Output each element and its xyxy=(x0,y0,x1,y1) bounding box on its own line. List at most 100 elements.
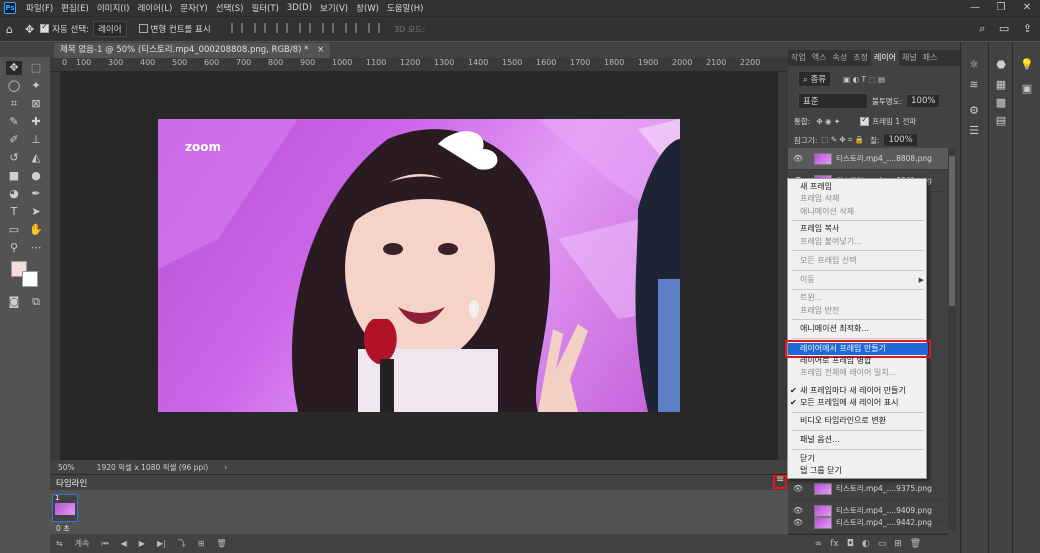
healing-brush-icon[interactable]: ✚ xyxy=(28,115,44,129)
menu-filter[interactable]: 필터(T) xyxy=(247,2,282,14)
tab-actions[interactable]: 작업 xyxy=(788,50,809,66)
close-tab-icon[interactable]: × xyxy=(317,45,324,55)
minimize-icon[interactable]: — xyxy=(962,0,988,16)
first-frame-icon[interactable]: ⏮ xyxy=(101,539,108,549)
align-center-icon[interactable] xyxy=(253,22,266,33)
previous-frame-icon[interactable]: ◀ xyxy=(121,539,127,548)
type-tool-icon[interactable]: T xyxy=(6,205,22,219)
distribute-icon[interactable] xyxy=(367,22,380,33)
menu-layer[interactable]: 레이어(L) xyxy=(133,2,176,14)
lock-icons[interactable]: ⬚ ✎ ✥ ⌗ 🔒 xyxy=(821,135,864,145)
menu-close[interactable]: 닫기 xyxy=(788,453,928,465)
path-select-icon[interactable]: ➤ xyxy=(28,205,44,219)
search-icon[interactable]: ⌕ xyxy=(979,22,985,35)
menu-new-layers-visible-all-frames[interactable]: ✔ 모든 프레임에 새 레이어 표시 xyxy=(788,397,928,409)
fx-icon[interactable]: fx xyxy=(830,539,839,549)
timeline-title[interactable]: 타임라인 xyxy=(56,477,87,489)
share-icon[interactable]: ⇪ xyxy=(1023,22,1032,35)
clone-source-icon[interactable]: ⚙ xyxy=(967,104,981,118)
auto-select-dropdown[interactable]: 레이어 xyxy=(93,21,127,37)
delete-frame-icon[interactable]: 🗑 xyxy=(217,539,227,548)
tab-layers[interactable]: 레이어 xyxy=(870,50,900,66)
menu-tween[interactable]: 트윈... xyxy=(788,292,928,304)
background-color-swatch[interactable] xyxy=(22,271,38,287)
play-icon[interactable]: ▶ xyxy=(139,539,145,548)
gradient-tool-icon[interactable]: ■ xyxy=(6,169,22,183)
menu-file[interactable]: 파일(F) xyxy=(22,2,57,14)
restore-icon[interactable]: ❐ xyxy=(988,0,1014,16)
tab-channels[interactable]: 채널 xyxy=(899,50,920,66)
menu-delete-animation[interactable]: 애니메이션 삭제 xyxy=(788,206,928,218)
layer-row[interactable]: 👁 티스토리.mp4_....9442.png xyxy=(788,512,948,534)
blur-tool-icon[interactable]: ● xyxy=(28,169,44,183)
tween-icon[interactable]: ⤵ xyxy=(178,538,186,549)
magic-wand-icon[interactable]: ✦ xyxy=(28,79,44,93)
propagate-checkbox[interactable] xyxy=(860,115,872,126)
zoom-level[interactable]: 50% xyxy=(58,463,75,472)
close-window-icon[interactable]: ✕ xyxy=(1014,0,1040,16)
learn-icon[interactable]: 💡 xyxy=(1020,58,1034,72)
delete-layer-icon[interactable]: 🗑 xyxy=(910,539,921,549)
swatches-icon[interactable]: ▦ xyxy=(994,78,1008,92)
new-group-icon[interactable]: ▭ xyxy=(878,539,887,549)
screen-mode-icon[interactable]: ⧉ xyxy=(28,295,44,309)
menu-close-tab-group[interactable]: 탭 그룹 닫기 xyxy=(788,465,928,477)
visibility-eye-icon[interactable]: 👁 xyxy=(788,484,808,493)
menu-flatten-frames-into-layers[interactable]: 레이어로 프레임 병합 xyxy=(788,355,928,367)
hand-tool-icon[interactable]: ✋ xyxy=(28,223,44,237)
menu-paste-frame[interactable]: 프레임 붙여넣기... xyxy=(788,236,928,248)
blend-mode-dropdown[interactable]: 표준 xyxy=(798,93,868,109)
brush-settings-icon[interactable]: ≋ xyxy=(967,78,981,92)
menu-edit[interactable]: 편집(E) xyxy=(57,2,93,14)
menu-reverse-frames[interactable]: 프레임 반전 xyxy=(788,305,928,317)
menu-type[interactable]: 문자(Y) xyxy=(176,2,211,14)
canvas-image[interactable]: zoom xyxy=(158,119,680,412)
menu-copy-frame[interactable]: 프레임 복사 xyxy=(788,223,928,235)
link-layers-icon[interactable]: ∞ xyxy=(815,539,823,549)
layer-mask-icon[interactable]: ◘ xyxy=(847,539,854,549)
menu-match-layer-across-frames[interactable]: 프레임 전체에 레이어 일치... xyxy=(788,367,928,379)
transform-controls-checkbox[interactable] xyxy=(138,24,151,34)
align-right-icon[interactable] xyxy=(276,22,289,33)
workspace-icon[interactable]: ▭ xyxy=(999,22,1009,35)
menu-image[interactable]: 이미지(I) xyxy=(93,2,134,14)
libraries-icon[interactable]: ▣ xyxy=(1020,82,1034,96)
status-arrow-icon[interactable]: › xyxy=(224,463,227,472)
quick-mask-icon[interactable]: ◙ xyxy=(6,295,22,309)
align-left-icon[interactable] xyxy=(230,22,243,33)
menu-create-new-layer-each-frame[interactable]: ✔ 새 프레임마다 새 레이어 만들기 xyxy=(788,385,928,397)
menu-view[interactable]: 보기(V) xyxy=(316,2,352,14)
new-layer-icon[interactable]: ⊞ xyxy=(894,539,902,549)
auto-select-checkbox[interactable] xyxy=(40,22,52,34)
move-tool-icon[interactable]: ✥ xyxy=(25,23,34,36)
menu-delete-frame[interactable]: 프레임 삭제 xyxy=(788,193,928,205)
layer-row[interactable]: 👁 티스토리.mp4_....9375.png xyxy=(788,478,948,500)
align-middle-icon[interactable] xyxy=(322,22,335,33)
menu-3d[interactable]: 3D(D) xyxy=(283,3,316,13)
visibility-eye-icon[interactable]: 👁 xyxy=(788,518,808,527)
patterns-icon[interactable]: ▤ xyxy=(994,114,1008,128)
next-frame-icon[interactable]: ▶| xyxy=(157,539,166,548)
menu-help[interactable]: 도움말(H) xyxy=(383,2,427,14)
more-tools-icon[interactable]: ⋯ xyxy=(28,241,44,255)
move-tool-icon[interactable]: ✥ xyxy=(6,61,22,75)
frame-thumbnail[interactable]: 1 xyxy=(52,494,78,522)
eraser-tool-icon[interactable]: ◭ xyxy=(28,151,44,165)
menu-make-frames-from-layers[interactable]: 레이어에서 프레임 만들기 xyxy=(785,340,931,358)
adjustment-layer-icon[interactable]: ◐ xyxy=(862,539,870,549)
brush-tool-icon[interactable]: ✐ xyxy=(6,133,22,147)
duplicate-frame-icon[interactable]: ⊞ xyxy=(198,539,205,548)
frame-delay[interactable]: 0 초 xyxy=(56,523,70,534)
tab-properties[interactable]: 속성 xyxy=(829,50,850,66)
menu-select[interactable]: 선택(S) xyxy=(212,2,248,14)
menu-select-all-frames[interactable]: 모든 프레임 선택 xyxy=(788,255,928,267)
home-icon[interactable]: ⌂ xyxy=(6,23,13,36)
visibility-eye-icon[interactable]: 👁 xyxy=(788,154,808,163)
filter-icons[interactable]: ▣ ◐ T ⬚ ▤ xyxy=(843,75,885,84)
shape-tool-icon[interactable]: ▭ xyxy=(6,223,22,237)
menu-new-frame[interactable]: 새 프레임 xyxy=(788,181,928,193)
timeline-panel-menu-icon[interactable] xyxy=(773,474,787,489)
convert-timeline-icon[interactable]: ⇆ xyxy=(56,539,63,548)
tab-styles[interactable]: 액스 xyxy=(809,50,830,66)
layers-scrollbar[interactable] xyxy=(948,150,956,530)
